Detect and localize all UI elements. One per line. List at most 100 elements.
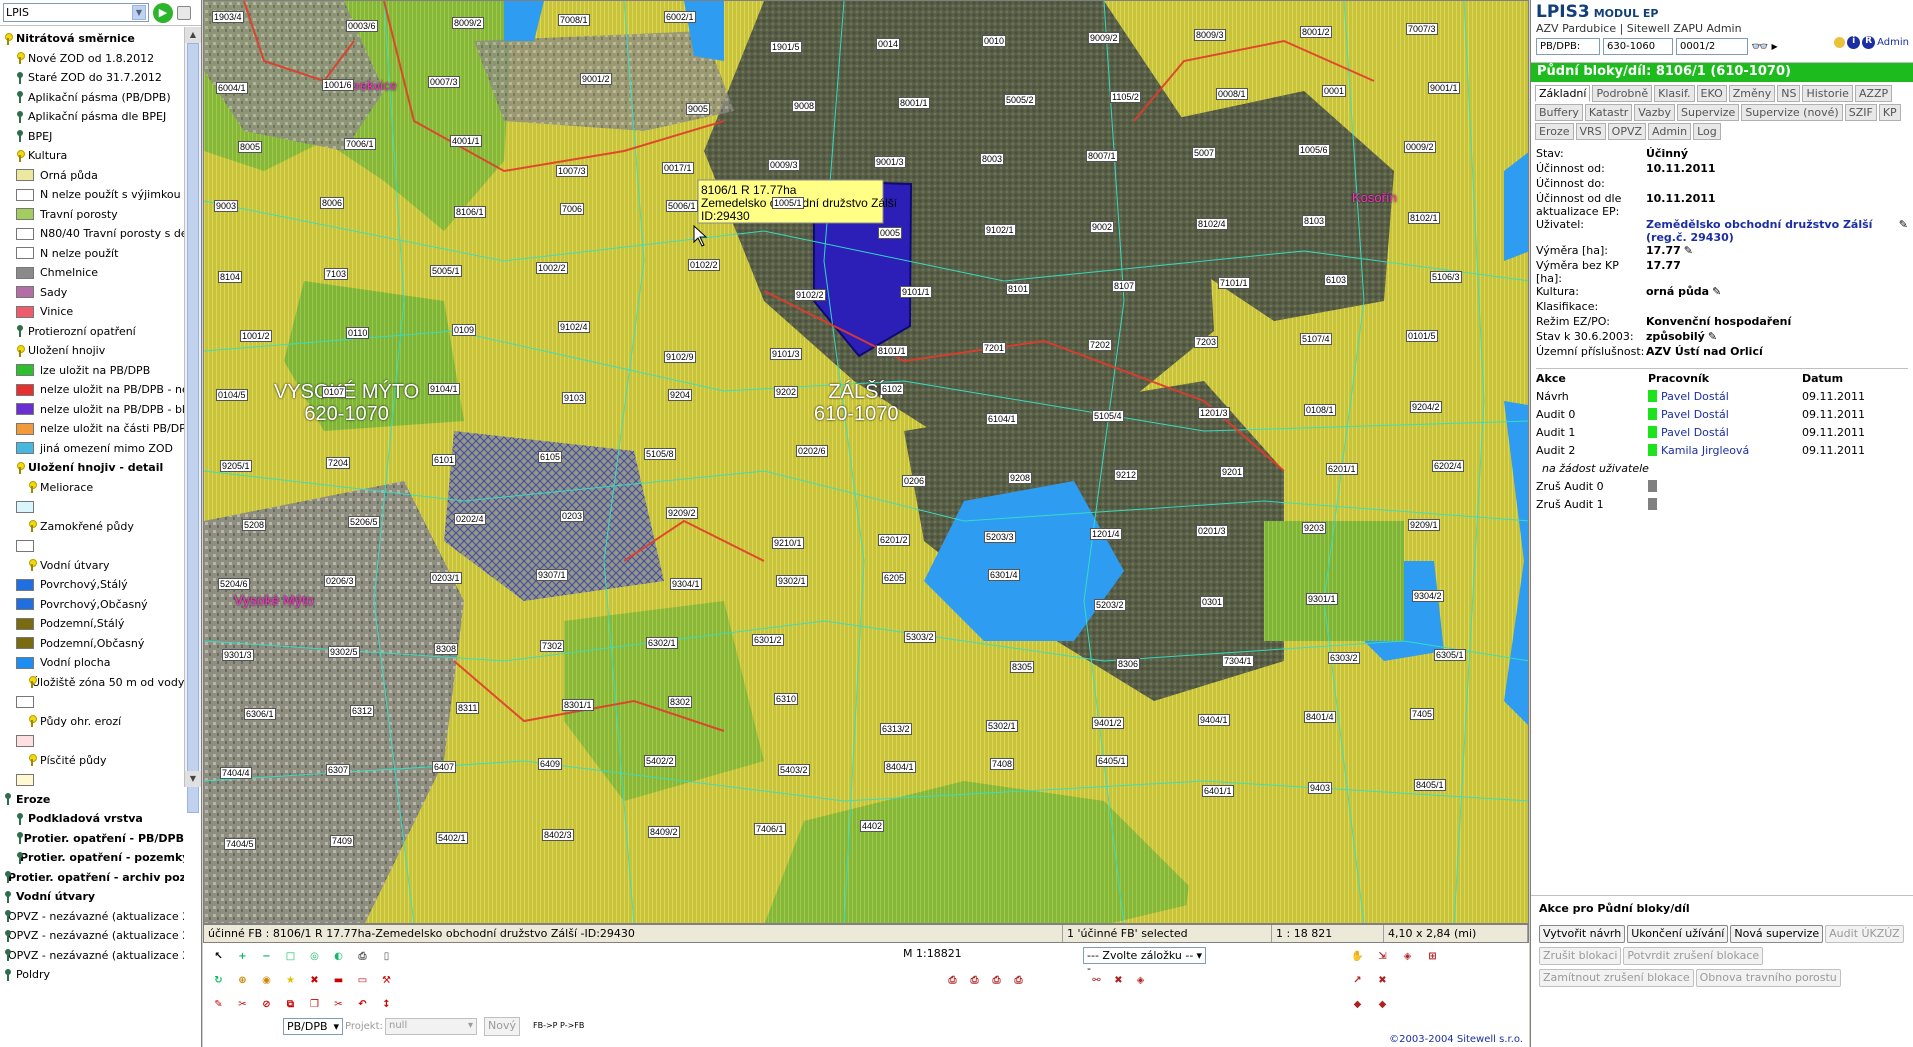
map-block-label[interactable]: 6002/1 <box>664 11 696 23</box>
play-icon[interactable]: ▶ <box>1771 42 1777 51</box>
audit-worker[interactable]: Pavel Dostál <box>1661 426 1729 439</box>
map-block-label[interactable]: 9101/1 <box>900 286 932 298</box>
tree-item[interactable]: OPVZ - nezávazné (aktualizace 2012) <box>2 907 184 927</box>
tree-item[interactable]: N nelze použít <box>2 244 184 264</box>
map-block-label[interactable]: 0202/6 <box>796 445 828 457</box>
layer-pin-icon[interactable] <box>28 520 37 533</box>
projekt-select[interactable]: null ▾ <box>385 1018 477 1035</box>
bookmark-select[interactable]: --- Zvolte záložku --- ▾ <box>1083 947 1206 975</box>
locate-icon[interactable]: ◈ <box>1398 947 1417 966</box>
tree-item[interactable]: Vodní útvary <box>2 556 184 576</box>
edit-icon[interactable]: ✎ <box>1899 218 1908 231</box>
map-block-label[interactable]: 8009/2 <box>452 17 484 29</box>
area-icon[interactable]: ▭ <box>353 971 372 990</box>
tree-item[interactable]: Zamokřené půdy <box>2 517 184 537</box>
layer-pin-icon[interactable] <box>16 325 24 338</box>
map-block-label[interactable]: 9008 <box>792 100 817 112</box>
tree-item[interactable]: Půdy ohr. erozí <box>2 712 184 732</box>
map-block-label[interactable]: 9209/1 <box>1408 519 1440 531</box>
potvrdit-zru-en-blokace-button[interactable]: Potvrdit zrušení blokace <box>1623 947 1764 965</box>
tree-item[interactable]: Uložení hnojiv <box>2 341 184 361</box>
map-block-label[interactable]: 8302 <box>668 696 693 708</box>
map-block-label[interactable]: 6401/1 <box>1202 785 1234 797</box>
tab-admin[interactable]: Admin <box>1648 123 1692 140</box>
map-block-label[interactable]: 0014 <box>876 38 901 50</box>
tree-item[interactable]: Podkladová vrstva <box>2 809 184 829</box>
tree-item[interactable]: Eroze <box>2 790 184 810</box>
tree-item[interactable]: nelze uložit na části PB/DPB <box>2 419 184 439</box>
map-block-label[interactable]: 8006 <box>320 197 345 209</box>
tree-item[interactable]: Protier. opatření - archiv pozemků <box>2 868 184 888</box>
map-block-label[interactable]: 6310 <box>774 693 799 705</box>
map-block-label[interactable]: 6306/1 <box>244 708 276 720</box>
map-block-label[interactable]: 0203 <box>560 510 585 522</box>
tab-vrs[interactable]: VRS <box>1575 123 1606 140</box>
map-block-label[interactable]: 8404/1 <box>884 761 916 773</box>
map-block-label[interactable]: 0102/2 <box>688 259 720 271</box>
tree-item[interactable]: Protier. opatření - pozemky <box>2 848 184 868</box>
tree-item[interactable]: OPVZ - nezávazné (aktualizace 2012) <box>2 926 184 946</box>
map-block-label[interactable]: 9307/1 <box>536 569 568 581</box>
map-block-label[interactable]: 6201/1 <box>1326 463 1358 475</box>
map-block-label[interactable]: 6102 <box>880 383 905 395</box>
tree-item[interactable]: Meliorace <box>2 478 184 498</box>
binoculars-icon[interactable]: 👓 <box>1751 39 1768 55</box>
layers-icon[interactable]: ◆ <box>1348 995 1367 1014</box>
map-block-label[interactable]: 0110 <box>346 327 370 339</box>
map-block-label[interactable]: 7409 <box>330 835 355 847</box>
map-block-label[interactable]: 4001/1 <box>450 135 482 147</box>
layer-pin-icon[interactable] <box>4 890 12 903</box>
tree-item[interactable]: nelze uložit na PB/DPB - blízkost vodníh… <box>2 400 184 420</box>
tab-vazby[interactable]: Vazby <box>1634 104 1675 121</box>
layer-pin-icon[interactable] <box>16 91 24 104</box>
map-block-label[interactable]: 9204/2 <box>1410 401 1442 413</box>
refresh-icon[interactable]: ↻ <box>209 971 228 990</box>
map-block-label[interactable]: 9401/2 <box>1092 717 1124 729</box>
map-block-label[interactable]: 7007/3 <box>1406 23 1438 35</box>
print2-icon[interactable]: ⎙ <box>943 971 962 990</box>
tree-item[interactable]: Úložiště zóna 50 m od vody <box>2 673 184 693</box>
tree-item[interactable]: BPEJ <box>2 127 184 147</box>
info-icon[interactable]: i <box>1847 36 1861 49</box>
layer-pin-icon[interactable] <box>16 344 25 357</box>
layer-pin-icon[interactable] <box>4 968 12 981</box>
tree-item[interactable]: Kultura <box>2 146 184 166</box>
map-block-label[interactable]: 1001/2 <box>240 330 272 342</box>
tab-z-kladn-[interactable]: Základní <box>1535 85 1591 102</box>
map-block-label[interactable]: 4402 <box>860 820 885 832</box>
tree-item[interactable]: Nitrátová směrnice <box>2 29 184 49</box>
search-value-input[interactable]: 0001/2 <box>1676 38 1748 55</box>
tree-item[interactable] <box>2 770 184 790</box>
layer-pin-icon[interactable] <box>16 812 24 825</box>
cross-icon[interactable]: ✖ <box>1373 971 1392 990</box>
map-block-label[interactable]: 8301/1 <box>562 699 594 711</box>
r-icon[interactable]: R <box>1862 36 1876 49</box>
map-block-label[interactable]: 5402/2 <box>644 755 676 767</box>
map-block-label[interactable]: 9005 <box>686 103 711 115</box>
map-block-label[interactable]: 8102/4 <box>1196 218 1228 230</box>
tree-item[interactable] <box>2 536 184 556</box>
map-block-label[interactable]: 8101 <box>1006 283 1031 295</box>
map-block-label[interactable]: 8311 <box>456 702 480 714</box>
map-block-label[interactable]: 6307 <box>326 764 351 776</box>
scroll-down-icon[interactable]: ▼ <box>185 771 201 787</box>
map-block-label[interactable]: 1903/4 <box>212 11 244 23</box>
map-block-label[interactable]: 0109 <box>452 324 477 336</box>
map-block-label[interactable]: 7008/1 <box>558 14 590 26</box>
tree-item[interactable]: Poldry <box>2 965 184 985</box>
map-block-label[interactable]: 1105/2 <box>1110 91 1141 103</box>
map-block-label[interactable]: 5402/1 <box>436 832 468 844</box>
layer-pin-icon[interactable] <box>28 481 37 494</box>
layers2-icon[interactable]: ◆ <box>1373 995 1392 1014</box>
print3-icon[interactable]: ⎙ <box>965 971 984 990</box>
map-block-label[interactable]: 7006/1 <box>344 138 376 150</box>
tool-icon[interactable]: ⚒ <box>377 971 396 990</box>
map-block-label[interactable]: 0202/4 <box>454 513 486 525</box>
map-block-label[interactable]: 5203/3 <box>984 531 1016 543</box>
map-block-label[interactable]: 9104/1 <box>428 383 460 395</box>
tab-log[interactable]: Log <box>1693 123 1721 140</box>
nov-supervize-button[interactable]: Nová supervize <box>1730 925 1824 943</box>
layer-pin-icon[interactable] <box>28 559 37 572</box>
map-block-label[interactable]: 6313/2 <box>880 723 912 735</box>
tab-opvz[interactable]: OPVZ <box>1607 123 1647 140</box>
